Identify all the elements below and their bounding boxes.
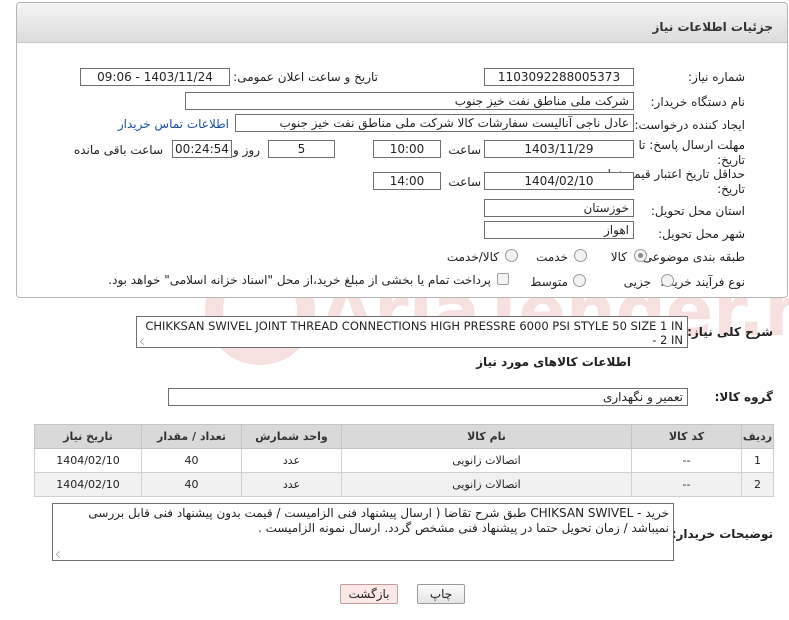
process-radio-minor[interactable] (661, 274, 674, 287)
process-radio-medium[interactable] (573, 274, 586, 287)
col-date: تاریخ نیاز (34, 424, 142, 449)
cell-name: اتصالات زانویی (341, 472, 632, 497)
announce-label: تاریخ و ساعت اعلان عمومی: (233, 70, 378, 84)
cell-date: 1404/02/10 (34, 448, 142, 473)
province-label: استان محل تحویل: (650, 204, 745, 218)
process-option-minor: جزیی (623, 275, 651, 289)
cell-row: 2 (741, 472, 774, 497)
city-label: شهر محل تحویل: (658, 227, 745, 241)
goods-section-title: اطلاعات کالاهای مورد نیاز (476, 355, 631, 369)
buyer-notes-field[interactable]: خرید - CHIKSAN SWIVEL طبق شرح تقاضا ( ار… (52, 503, 674, 561)
creator-field[interactable]: عادل ناجی آنالیست سفارشات کالا شرکت ملی … (235, 114, 634, 132)
col-code: کد کالا (631, 424, 742, 449)
summary-text: CHIKKSAN SWIVEL JOINT THREAD CONNECTIONS… (145, 319, 683, 347)
buyer-notes-line-2: نمیباشد / زمان تحویل حتما در پیشنهاد فنی… (257, 521, 669, 535)
deadline-time-field[interactable]: 10:00 (373, 140, 441, 158)
cell-date: 1404/02/10 (34, 472, 142, 497)
table-row[interactable]: 2 -- اتصالات زانویی عدد 40 1404/02/10 (34, 472, 774, 497)
category-radio-goods[interactable] (634, 249, 647, 262)
cell-name: اتصالات زانویی (341, 448, 632, 473)
category-option-goods-service: کالا/خدمت (446, 250, 499, 264)
deadline-label: مهلت ارسال پاسخ: تا (638, 138, 745, 152)
treasury-payment-note: پرداخت تمام یا بخشی از مبلغ خرید،از محل … (108, 273, 491, 287)
announce-field[interactable]: 1403/11/24 - 09:06 (80, 68, 230, 86)
days-field[interactable]: 5 (268, 140, 335, 158)
print-button[interactable]: چاپ (417, 584, 465, 604)
treasury-payment-checkbox[interactable] (497, 273, 509, 285)
cell-qty: 40 (141, 472, 242, 497)
buyer-notes-label: توضیحات خریدار: (671, 527, 773, 541)
validity-date-field[interactable]: 1404/02/10 (484, 172, 634, 190)
need-number-label: شماره نیاز: (688, 70, 745, 84)
col-row: ردیف (741, 424, 774, 449)
category-option-service: خدمت (536, 250, 568, 264)
deadline-date-field[interactable]: 1403/11/29 (484, 140, 634, 158)
deadline-label-date: تاریخ: (717, 153, 745, 167)
process-option-medium: متوسط (530, 275, 568, 289)
city-field[interactable]: اهواز (484, 221, 634, 239)
resize-grip-icon[interactable] (56, 551, 63, 558)
col-unit: واحد شمارش (241, 424, 342, 449)
contact-info-link[interactable]: اطلاعات تماس خریدار (118, 117, 229, 131)
category-radio-service[interactable] (574, 249, 587, 262)
need-number-field[interactable]: 1103092288005373 (484, 68, 634, 86)
remaining-label: ساعت باقی مانده (73, 143, 163, 157)
category-label: طبقه بندی موضوعی: (638, 250, 745, 264)
category-radio-goods-service[interactable] (505, 249, 518, 262)
validity-time-label: ساعت (448, 175, 481, 189)
goods-table-header: ردیف کد کالا نام کالا واحد شمارش تعداد /… (34, 424, 774, 449)
cell-unit: عدد (241, 448, 342, 473)
buyer-org-label: نام دستگاه خریدار: (650, 95, 746, 109)
remaining-time-field[interactable]: 00:24:54 (172, 140, 232, 158)
validity-time-field[interactable]: 14:00 (373, 172, 441, 190)
table-row[interactable]: 1 -- اتصالات زانویی عدد 40 1404/02/10 (34, 448, 774, 473)
goods-table: ردیف کد کالا نام کالا واحد شمارش تعداد /… (34, 424, 774, 497)
category-option-goods: کالا (610, 250, 627, 264)
province-field[interactable]: خوزستان (484, 199, 634, 217)
days-label: روز و (233, 143, 260, 157)
cell-qty: 40 (141, 448, 242, 473)
validity-label-date: تاریخ: (717, 182, 745, 196)
col-qty: تعداد / مقدار (141, 424, 242, 449)
col-name: نام کالا (341, 424, 632, 449)
summary-field[interactable]: CHIKKSAN SWIVEL JOINT THREAD CONNECTIONS… (136, 316, 688, 348)
cell-code: -- (631, 472, 742, 497)
deadline-time-label: ساعت (448, 143, 481, 157)
cell-code: -- (631, 448, 742, 473)
buyer-org-field[interactable]: شرکت ملی مناطق نفت خیز جنوب (185, 92, 634, 110)
buyer-notes-line-1: خرید - CHIKSAN SWIVEL طبق شرح تقاضا ( ار… (88, 506, 669, 520)
goods-group-field[interactable]: تعمیر و نگهداری (168, 388, 688, 406)
summary-label: شرح کلی نیاز: (687, 325, 773, 339)
cell-row: 1 (741, 448, 774, 473)
goods-group-label: گروه کالا: (714, 390, 773, 404)
panel-title: جزئیات اطلاعات نیاز (17, 3, 787, 43)
cell-unit: عدد (241, 472, 342, 497)
creator-label: ایجاد کننده درخواست: (634, 118, 745, 132)
back-button[interactable]: بازگشت (340, 584, 398, 604)
